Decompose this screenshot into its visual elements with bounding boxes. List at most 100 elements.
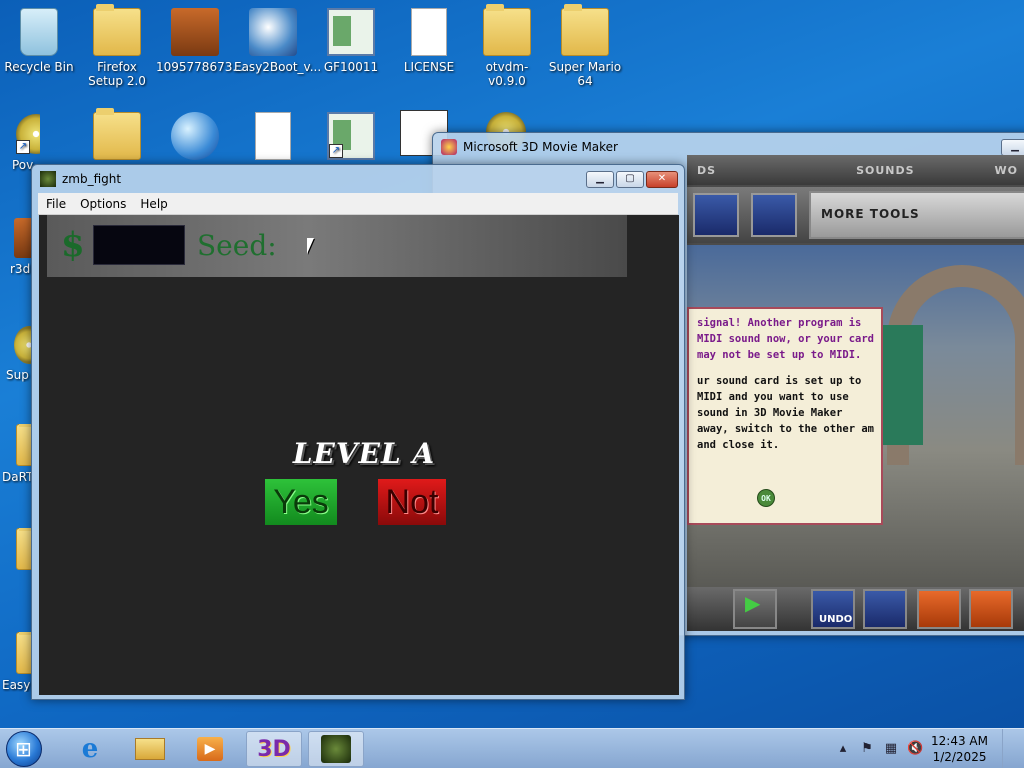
desktop-icon-dart[interactable]: DaRT [0, 424, 32, 484]
desktop-icon-recycle-bin[interactable]: Recycle Bin [0, 8, 78, 74]
close-button[interactable]: ✕ [646, 171, 678, 188]
game-canvas[interactable]: $ Seed: LEVEL A Yes Not [39, 215, 679, 695]
show-desktop-button[interactable] [1002, 729, 1012, 768]
window-controls: ▁ ▢ [1001, 139, 1024, 156]
desktop-icon-label: r3d [10, 262, 31, 276]
zmb-fight-window[interactable]: zmb_fight ▁ ▢ ✕ File Options Help $ Seed… [31, 164, 685, 700]
desktop-icon-label: Sup [6, 368, 29, 382]
desktop-icon-winbox-2[interactable]: ↗ [312, 112, 390, 164]
tab-sounds[interactable]: SOUNDS [856, 164, 914, 177]
desktop-icon-super-mario-64[interactable]: Super Mario 64 [546, 4, 624, 88]
tab-words[interactable]: WO [995, 164, 1018, 177]
desktop-icon-label: 1095778673... [156, 60, 244, 74]
not-button[interactable]: Not [378, 479, 446, 525]
movie-maker-content[interactable]: DS SOUNDS WO MORE TOOLS signal! Another … [687, 155, 1024, 631]
desktop-icon-label: LICENSE [403, 60, 455, 74]
movie-maker-tab-bar: DS SOUNDS WO [687, 155, 1024, 185]
money-display [93, 225, 185, 265]
seed-label: Seed: [197, 229, 277, 262]
yes-button[interactable]: Yes [265, 479, 337, 525]
action-center-flag-icon[interactable]: ⚑ [859, 741, 875, 757]
taskbar-3d-movie-maker[interactable]: 3D [246, 731, 302, 767]
taskbar-internet-explorer[interactable]: e [62, 731, 118, 767]
tools-button[interactable] [863, 589, 907, 629]
setup-icon [249, 8, 297, 56]
volume-muted-icon[interactable]: 🔇 [907, 741, 923, 757]
undo-button[interactable]: UNDO [811, 589, 855, 629]
3d-movie-maker-icon [441, 139, 457, 155]
desktop-icon-easy2boot[interactable]: Easy2Boot_v... [234, 8, 322, 74]
desktop-icon-otvdm[interactable]: otvdm-v0.9.0 [468, 4, 546, 88]
internet-explorer-icon: e [81, 734, 99, 764]
desktop-icon-folder-2[interactable] [78, 108, 156, 164]
desktop-icon-label: DaRT [2, 470, 32, 484]
folder-icon [93, 108, 141, 160]
folder-icon [16, 632, 32, 674]
zombie-app-icon [321, 735, 351, 763]
tool-scissors-icon[interactable] [693, 193, 739, 237]
app-icon [14, 218, 32, 258]
screen-button[interactable] [969, 589, 1013, 629]
app-icon [171, 8, 219, 56]
start-button[interactable] [6, 731, 42, 767]
mouse-cursor-icon [307, 238, 314, 254]
show-hidden-icons-icon[interactable]: ▴ [835, 741, 851, 757]
taskbar-zmb-fight[interactable] [308, 731, 364, 767]
minimize-button[interactable]: ▁ [586, 171, 614, 188]
menu-options[interactable]: Options [80, 197, 126, 211]
minimize-button[interactable]: ▁ [1001, 139, 1024, 156]
clock-time: 12:43 AM [931, 734, 988, 748]
window-file-icon: ↗ [327, 112, 375, 160]
recycle-bin-icon [20, 8, 58, 56]
more-tools-button[interactable]: MORE TOOLS [809, 191, 1024, 239]
menu-file[interactable]: File [46, 197, 66, 211]
movie-maker-bottom-toolbar: ▶ UNDO [687, 587, 1024, 631]
window-controls: ▁ ▢ ✕ [586, 171, 678, 188]
menu-help[interactable]: Help [140, 197, 167, 211]
currency-symbol: $ [61, 225, 85, 265]
clock-date: 1/2/2025 [932, 750, 987, 764]
desktop-icon-label: Easy2 [2, 678, 32, 692]
window-title: Microsoft 3D Movie Maker [463, 140, 618, 154]
zip-folder-icon [561, 4, 609, 56]
tool-cut-icon[interactable] [751, 193, 797, 237]
desktop-icon-license[interactable]: LICENSE [390, 8, 468, 74]
level-title: LEVEL A [292, 437, 436, 470]
desktop-icon-label: Easy2Boot_v... [234, 60, 322, 74]
desktop-icon-r3d[interactable]: r3d [0, 218, 32, 276]
network-icon[interactable]: ▦ [883, 741, 899, 757]
desktop-icon-1095778673[interactable]: 1095778673... [156, 8, 244, 74]
desktop-icon-nero[interactable] [156, 112, 234, 164]
disc-icon: ↗ [16, 114, 40, 154]
dialog-ok-button[interactable]: OK [757, 489, 775, 507]
maximize-button[interactable]: ▢ [616, 171, 644, 188]
zombie-app-icon [40, 171, 56, 187]
folder-icon [16, 424, 32, 466]
folder-icon [135, 738, 165, 760]
taskbar-media-player[interactable]: ▶ [182, 731, 238, 767]
document-icon [255, 112, 291, 160]
desktop-icon-firefox-setup[interactable]: Firefox Setup 2.0 [78, 4, 156, 88]
play-icon: ▶ [745, 591, 761, 615]
taskbar-file-explorer[interactable] [122, 731, 178, 767]
portfolio-button[interactable] [917, 589, 961, 629]
desktop-icon-label: GF10011 [323, 60, 379, 74]
document-icon [411, 8, 447, 56]
play-button[interactable]: ▶ [733, 589, 777, 629]
clock[interactable]: 12:43 AM 1/2/2025 [931, 733, 988, 765]
desktop-icon-power-dvd[interactable]: ↗ Pov [0, 114, 40, 172]
desktop-icon-easy2[interactable]: Easy2 [0, 632, 32, 692]
globe-icon [171, 112, 219, 160]
dialog-paragraph-1: signal! Another program is MIDI sound no… [697, 317, 875, 361]
zip-folder-icon [483, 4, 531, 56]
taskbar: e ▶ 3D ▴ ⚑ ▦ 🔇 12:43 AM 1/2/2025 [0, 728, 1024, 768]
movie-maker-tools-row: MORE TOOLS [687, 187, 1024, 243]
desktop-icon-gf10011[interactable]: GF10011 [312, 8, 390, 74]
tab-backgrounds[interactable]: DS [697, 164, 716, 177]
desktop-icon-folder-left[interactable] [0, 528, 32, 574]
game-hud: $ Seed: [47, 215, 627, 277]
disc-icon [14, 326, 32, 364]
dialog-paragraph-2: ur sound card is set up to MIDI and you … [697, 375, 875, 451]
desktop-icon-blank-doc[interactable] [234, 112, 312, 164]
desktop-icon-super[interactable]: Sup [0, 326, 32, 382]
